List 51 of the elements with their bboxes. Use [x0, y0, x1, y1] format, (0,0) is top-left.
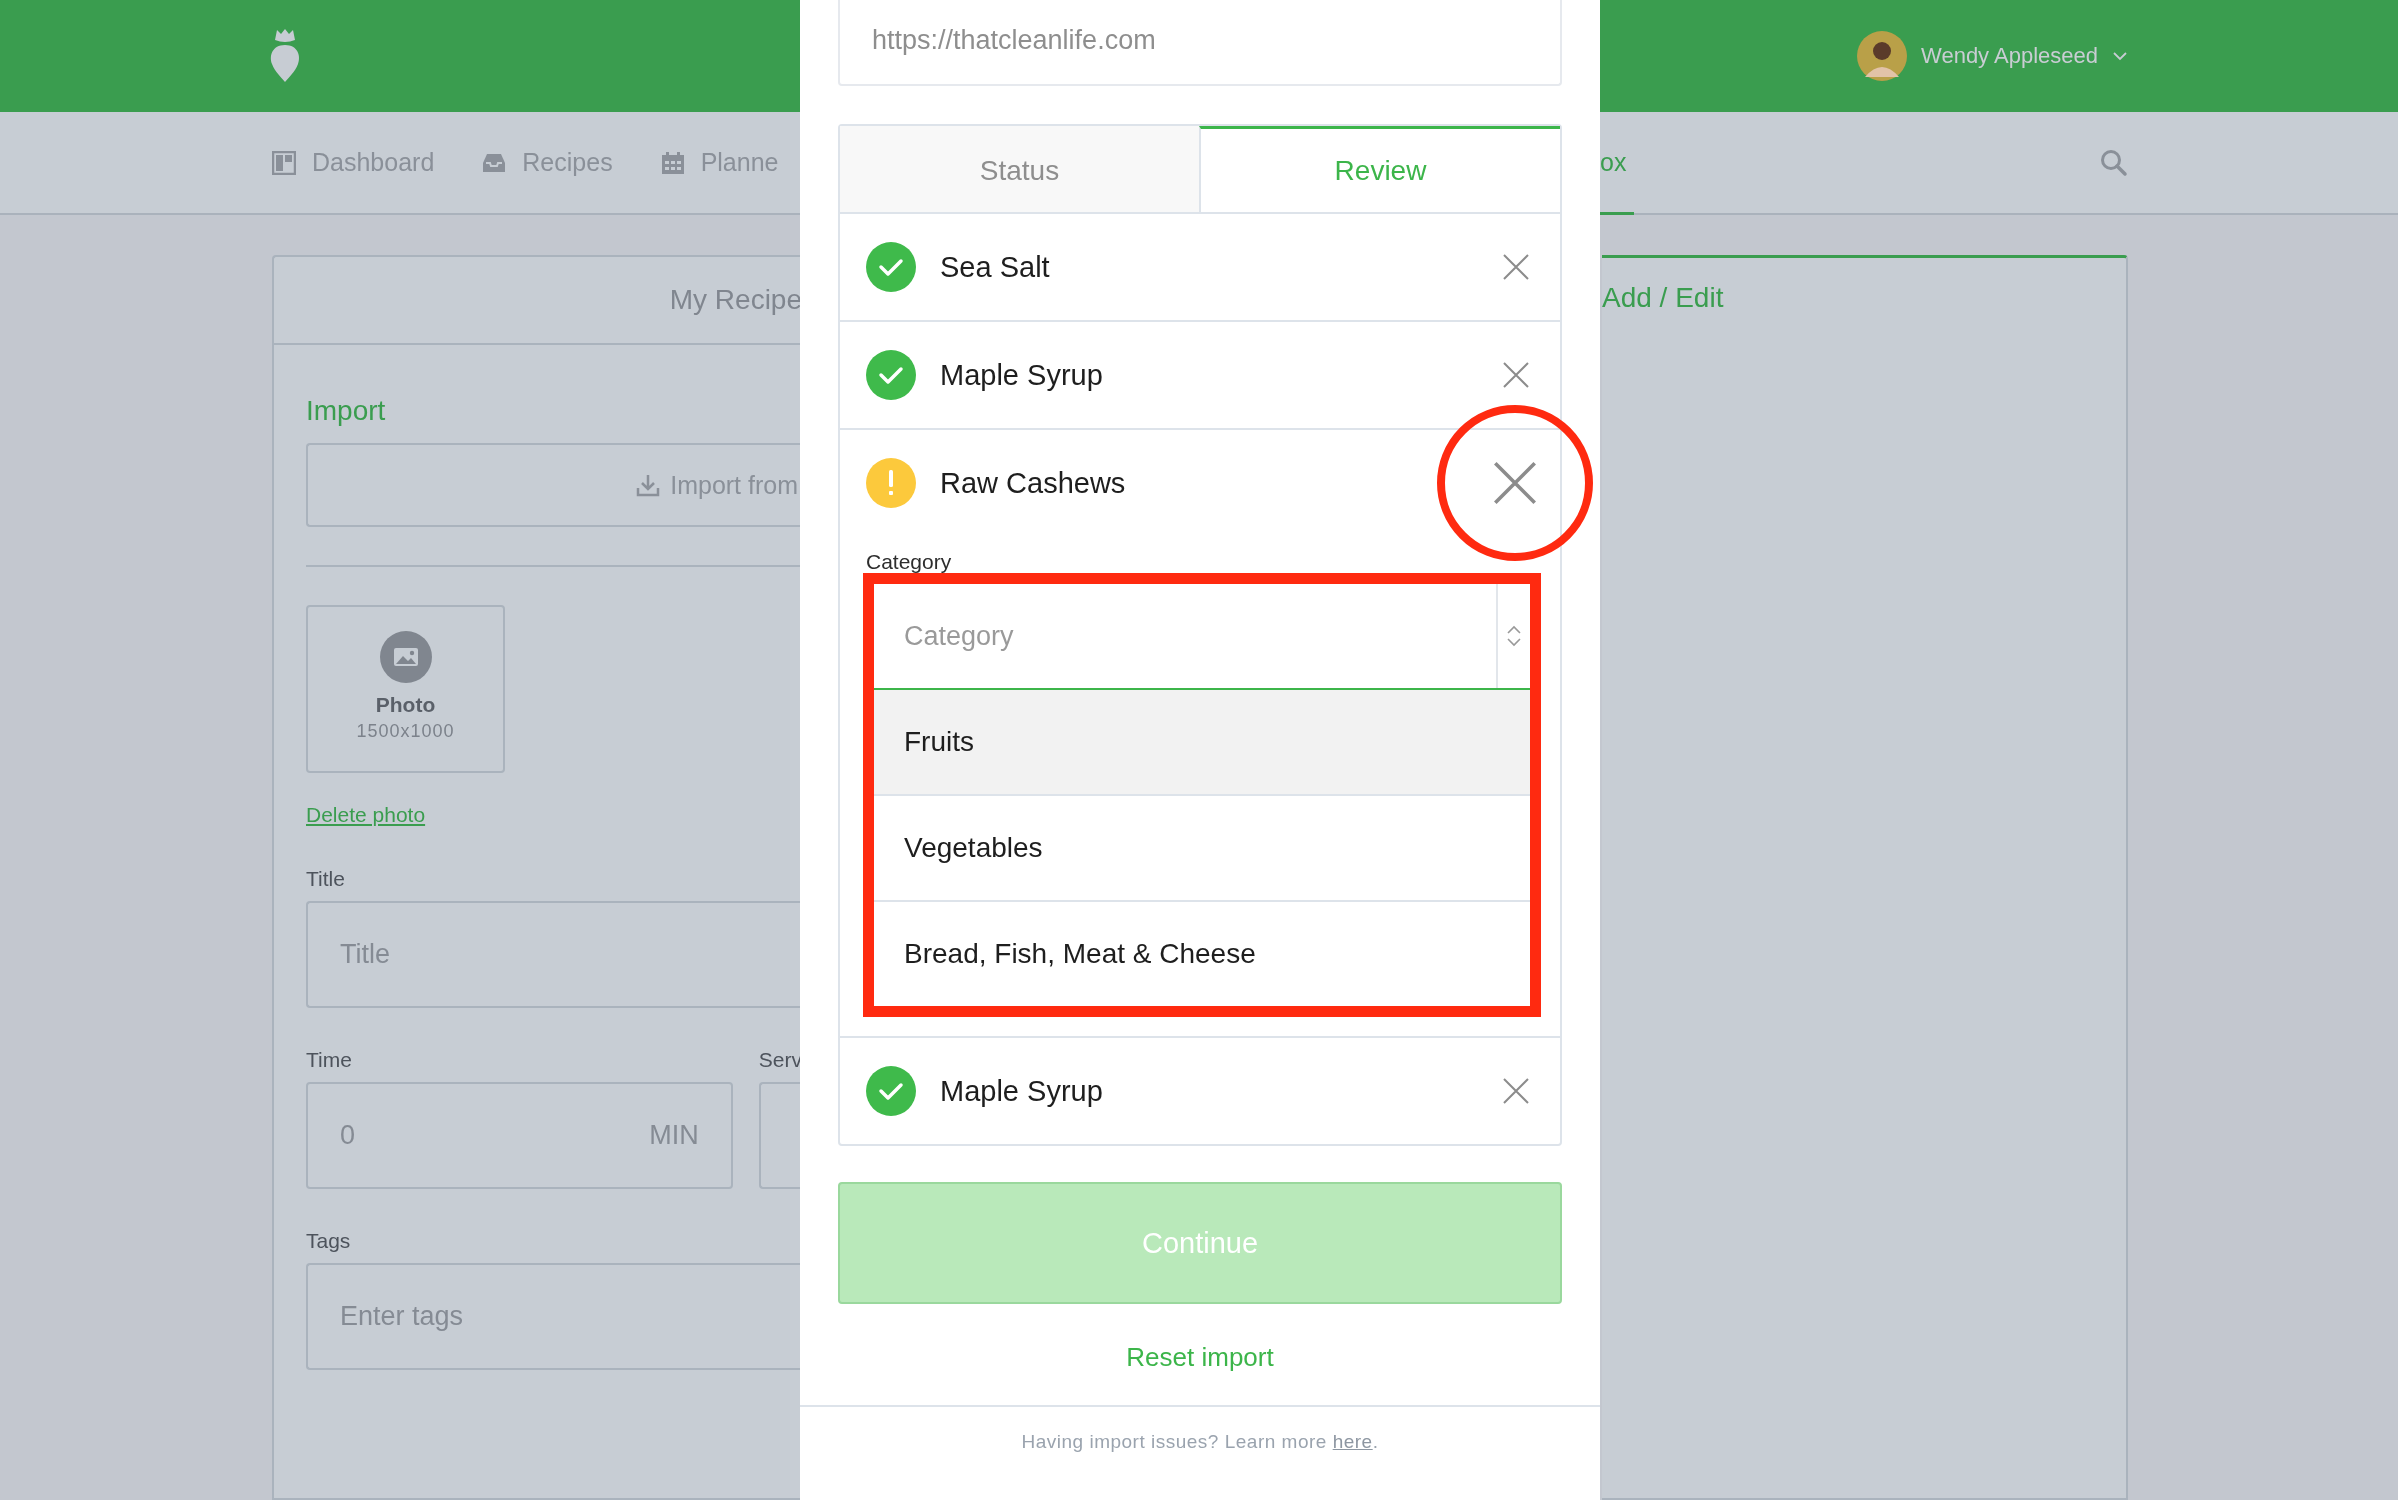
search-icon[interactable]: [2100, 148, 2128, 177]
warning-icon: [866, 458, 916, 508]
check-icon: [866, 1066, 916, 1116]
nav-item[interactable]: Dashboard: [272, 148, 435, 177]
close-icon: [1492, 460, 1538, 506]
help-text: Having import issues? Learn more here.: [1020, 1431, 1380, 1453]
tab[interactable]: Status: [840, 126, 1199, 212]
close-icon: [1502, 1077, 1530, 1105]
field-label: Category: [866, 550, 953, 574]
ingredient-name: Sea Salt: [940, 250, 1050, 284]
check-icon: [866, 350, 916, 400]
card-title: Add / Edit: [1602, 282, 1725, 314]
field-label: Tags: [306, 1229, 352, 1253]
logo-icon[interactable]: [268, 28, 302, 84]
nav-item[interactable]: Planne: [660, 148, 779, 177]
download-icon: [636, 473, 661, 497]
url-field[interactable]: https://thatcleanlife.com: [838, 0, 1562, 86]
time-unit: MIN: [649, 1120, 699, 1151]
tab[interactable]: Review: [1199, 126, 1560, 212]
dashboard-icon: [272, 150, 296, 175]
field-label: Serv: [758, 1048, 802, 1072]
tags-field[interactable]: Enter tags: [306, 1263, 802, 1370]
sort-icon[interactable]: [1506, 624, 1522, 648]
card-title: My Recipe: [669, 284, 802, 316]
dropdown-option[interactable]: Fruits: [874, 690, 1530, 796]
user-menu[interactable]: Wendy Appleseed: [1857, 31, 2128, 81]
nav-item[interactable]: Recipes: [482, 148, 613, 177]
import-button[interactable]: Import from: [306, 443, 802, 527]
calendar-icon: [660, 150, 685, 175]
reset-link[interactable]: Reset import: [1126, 1342, 1274, 1372]
ingredient-name: Maple Syrup: [940, 1074, 1103, 1108]
time-value: 0: [340, 1120, 356, 1151]
time-field[interactable]: 0 MIN: [306, 1082, 733, 1189]
avatar: [1857, 31, 1908, 81]
section-heading: Import: [306, 395, 387, 427]
field-label: Time: [306, 1048, 353, 1072]
help-link[interactable]: here: [1332, 1431, 1373, 1452]
close-icon: [1502, 361, 1530, 389]
ingredient-name: Raw Cashews: [940, 466, 1126, 500]
image-icon: [379, 631, 432, 683]
check-icon: [866, 242, 916, 292]
photo-size: 1500x1000: [356, 721, 455, 742]
user-name: Wendy Appleseed: [1921, 43, 2098, 69]
photo-upload[interactable]: Photo 1500x1000: [306, 605, 505, 773]
delete-link[interactable]: Delete photo: [306, 803, 426, 827]
close-icon: [1502, 253, 1530, 281]
chevron-down-icon[interactable]: [2112, 51, 2128, 61]
field-label: Title: [306, 867, 346, 891]
title-field[interactable]: Title: [306, 901, 802, 1008]
photo-label: Photo: [375, 693, 436, 717]
ingredient-name: Maple Syrup: [940, 358, 1103, 392]
